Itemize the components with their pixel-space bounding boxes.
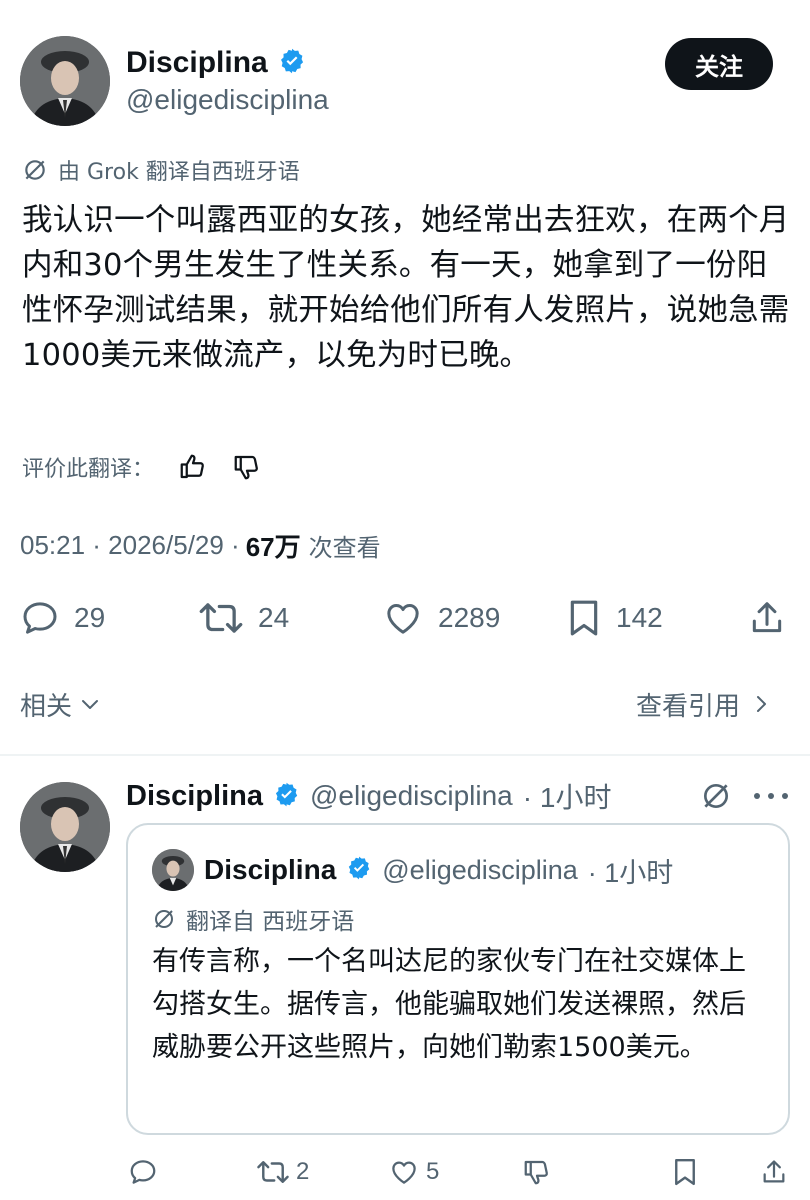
reply-like-button[interactable]: 5 (388, 1150, 439, 1194)
reply-author-handle[interactable]: @eligedisciplina (310, 780, 513, 812)
reply-time[interactable]: · 1小时 (523, 776, 612, 816)
rate-translation: 评价此翻译： (22, 448, 262, 486)
verified-badge-icon (278, 47, 306, 79)
thumbs-up-icon[interactable] (178, 452, 208, 482)
translation-note: 由 Grok 翻译自西班牙语 (22, 154, 300, 186)
more-options-icon[interactable] (754, 782, 788, 810)
thumbs-down-icon (522, 1157, 552, 1187)
related-label: 相关 (20, 691, 73, 722)
author-name[interactable]: Disciplina (126, 46, 268, 80)
retweet-button[interactable]: 24 (198, 592, 289, 644)
reply-share-button[interactable] (760, 1150, 788, 1194)
quoted-translation-text: 翻译自 西班牙语 (186, 909, 355, 935)
reply-icon (128, 1157, 158, 1187)
retweet-icon (256, 1157, 290, 1187)
quoted-tweet-text: 有传言称，一个名叫达尼的家伙专门在社交媒体上勾搭女生。据传言，他能骗取她们发送裸… (152, 946, 746, 1063)
quoted-author-handle: @eligedisciplina (382, 854, 578, 885)
tweet-meta: 05:21 · 2026/5/29 · 67万 次查看 (20, 526, 381, 564)
reply-count: 29 (74, 602, 106, 633)
tweet-action-bar: 29 24 2289 142 (0, 592, 810, 644)
bookmark-icon (566, 598, 602, 638)
related-toggle[interactable]: 相关 (20, 684, 102, 724)
reply-reply-button[interactable] (128, 1150, 158, 1194)
like-count: 2289 (438, 602, 501, 633)
view-quotes-link[interactable]: 查看引用 (636, 684, 772, 724)
author-handle[interactable]: @eligedisciplina (126, 84, 329, 116)
quoted-author-name: Disciplina (204, 854, 337, 885)
share-icon (748, 598, 786, 638)
avatar-image (20, 36, 110, 126)
views-count: 67万 (245, 531, 301, 562)
verified-badge-icon (273, 781, 300, 812)
retweet-icon (198, 598, 244, 638)
reply-like-count: 5 (426, 1158, 440, 1185)
follow-button[interactable]: 关注 (665, 38, 773, 90)
rate-label: 评价此翻译： (22, 457, 155, 482)
bookmark-icon (672, 1157, 698, 1187)
reply-action-bar: 2 5 (0, 1150, 810, 1194)
bookmark-button[interactable]: 142 (566, 592, 663, 644)
grok-icon (22, 157, 48, 183)
share-icon (760, 1157, 788, 1187)
reply-retweet-button[interactable]: 2 (256, 1150, 309, 1194)
translation-note-text: 由 Grok 翻译自西班牙语 (58, 160, 300, 185)
chevron-down-icon (78, 692, 102, 716)
heart-icon (388, 1157, 420, 1187)
retweet-count: 24 (258, 602, 290, 633)
bookmark-count: 142 (616, 602, 663, 633)
section-divider (0, 754, 810, 756)
share-button[interactable] (748, 592, 786, 644)
verified-badge-icon (346, 855, 372, 885)
reply-button[interactable]: 29 (20, 592, 105, 644)
quoted-time: · 1小时 (587, 857, 674, 888)
quoted-translation-note: 翻译自 西班牙语 (152, 902, 354, 936)
chevron-right-icon (752, 692, 772, 716)
quoted-header: Disciplina @eligedisciplina · 1小时 (152, 848, 673, 892)
views-label: 次查看 (308, 533, 381, 562)
heart-icon (382, 598, 424, 638)
avatar-image (152, 849, 194, 891)
reply-icon (20, 598, 60, 638)
reply-avatar[interactable] (20, 782, 110, 872)
reply-author-name[interactable]: Disciplina (126, 780, 263, 813)
tweet-timestamp[interactable]: 05:21 · 2026/5/29 · (20, 530, 240, 561)
grok-icon (152, 907, 176, 931)
grok-icon[interactable] (700, 780, 732, 812)
author-avatar[interactable] (20, 36, 110, 126)
like-button[interactable]: 2289 (382, 592, 500, 644)
reply-header: Disciplina @eligedisciplina · 1小时 (126, 775, 611, 817)
tweet-text: 我认识一个叫露西亚的女孩，她经常出去狂欢，在两个月内和30个男生发生了性关系。有… (22, 203, 790, 373)
thumbs-down-icon[interactable] (232, 452, 262, 482)
reply-retweet-count: 2 (296, 1158, 310, 1185)
reply-bookmark-button[interactable] (672, 1150, 698, 1194)
reply-downvote-button[interactable] (522, 1150, 552, 1194)
quoted-avatar (152, 849, 194, 891)
view-quotes-label: 查看引用 (636, 691, 741, 722)
avatar-image (20, 782, 110, 872)
